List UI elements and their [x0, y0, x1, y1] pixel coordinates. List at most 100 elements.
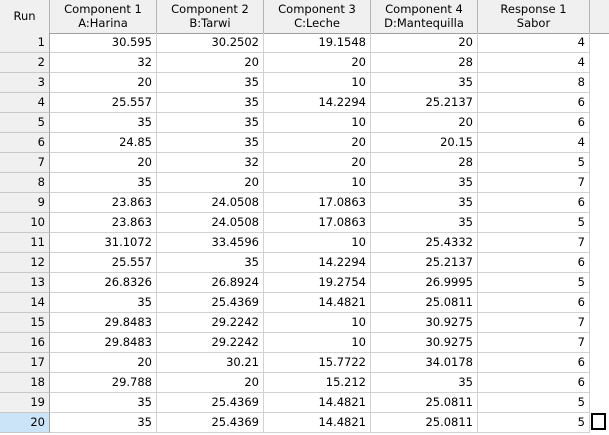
tarwi-cell[interactable]: 20	[157, 173, 264, 193]
leche-cell[interactable]: 17.0863	[264, 193, 371, 213]
mantequilla-cell[interactable]: 25.0811	[371, 393, 478, 413]
sabor-cell[interactable]: 6	[478, 293, 590, 313]
table-row[interactable]: 19 35 25.4369 14.4821 25.0811 5	[0, 393, 609, 413]
harina-cell[interactable]: 23.863	[50, 193, 157, 213]
tarwi-cell[interactable]: 25.4369	[157, 413, 264, 433]
run-number-cell[interactable]: 18	[0, 373, 50, 393]
table-row[interactable]: 6 24.85 35 20 20.15 4	[0, 133, 609, 153]
sabor-cell[interactable]: 7	[478, 173, 590, 193]
leche-cell[interactable]: 10	[264, 113, 371, 133]
sabor-cell[interactable]: 7	[478, 313, 590, 333]
leche-cell[interactable]: 15.7722	[264, 353, 371, 373]
tarwi-cell[interactable]: 29.2242	[157, 313, 264, 333]
sabor-cell[interactable]: 5	[478, 393, 590, 413]
harina-cell[interactable]: 35	[50, 413, 157, 433]
harina-cell[interactable]: 25.557	[50, 253, 157, 273]
sabor-cell[interactable]: 7	[478, 233, 590, 253]
harina-cell[interactable]: 35	[50, 293, 157, 313]
sabor-cell[interactable]: 5	[478, 153, 590, 173]
column-header-run[interactable]: Run	[0, 0, 50, 33]
tarwi-cell[interactable]: 24.0508	[157, 193, 264, 213]
leche-cell[interactable]: 10	[264, 333, 371, 353]
leche-cell[interactable]: 14.2294	[264, 253, 371, 273]
leche-cell[interactable]: 14.2294	[264, 93, 371, 113]
tarwi-cell[interactable]: 35	[157, 133, 264, 153]
harina-cell[interactable]: 20	[50, 153, 157, 173]
mantequilla-cell[interactable]: 28	[371, 153, 478, 173]
table-row[interactable]: 18 29.788 20 15.212 35 6	[0, 373, 609, 393]
table-row[interactable]: 2 32 20 20 28 4	[0, 53, 609, 73]
run-number-cell[interactable]: 17	[0, 353, 50, 373]
table-row[interactable]: 12 25.557 35 14.2294 25.2137 6	[0, 253, 609, 273]
column-header-tarwi[interactable]: Component 2 B:Tarwi	[157, 0, 264, 33]
harina-cell[interactable]: 26.8326	[50, 273, 157, 293]
mantequilla-cell[interactable]: 35	[371, 193, 478, 213]
table-row[interactable]: 1 30.595 30.2502 19.1548 20 4	[0, 33, 609, 53]
tarwi-cell[interactable]: 35	[157, 113, 264, 133]
mantequilla-cell[interactable]: 25.0811	[371, 293, 478, 313]
harina-cell[interactable]: 25.557	[50, 93, 157, 113]
sabor-cell[interactable]: 6	[478, 113, 590, 133]
table-row[interactable]: 13 26.8326 26.8924 19.2754 26.9995 5	[0, 273, 609, 293]
active-cell-cursor[interactable]	[591, 413, 606, 430]
run-number-cell[interactable]: 9	[0, 193, 50, 213]
mantequilla-cell[interactable]: 25.0811	[371, 413, 478, 433]
tarwi-cell[interactable]: 25.4369	[157, 393, 264, 413]
table-row[interactable]: 16 29.8483 29.2242 10 30.9275 7	[0, 333, 609, 353]
run-number-cell[interactable]: 5	[0, 113, 50, 133]
table-row[interactable]: 3 20 35 10 35 8	[0, 73, 609, 93]
harina-cell[interactable]: 20	[50, 73, 157, 93]
sabor-cell[interactable]: 6	[478, 373, 590, 393]
table-row[interactable]: 8 35 20 10 35 7	[0, 173, 609, 193]
run-number-cell[interactable]: 4	[0, 93, 50, 113]
harina-cell[interactable]: 24.85	[50, 133, 157, 153]
sabor-cell[interactable]: 6	[478, 353, 590, 373]
tarwi-cell[interactable]: 35	[157, 93, 264, 113]
mantequilla-cell[interactable]: 26.9995	[371, 273, 478, 293]
harina-cell[interactable]: 29.788	[50, 373, 157, 393]
sabor-cell[interactable]: 8	[478, 73, 590, 93]
tarwi-cell[interactable]: 20	[157, 53, 264, 73]
run-number-cell[interactable]: 8	[0, 173, 50, 193]
table-row[interactable]: 9 23.863 24.0508 17.0863 35 6	[0, 193, 609, 213]
mantequilla-cell[interactable]: 35	[371, 373, 478, 393]
tarwi-cell[interactable]: 26.8924	[157, 273, 264, 293]
harina-cell[interactable]: 35	[50, 113, 157, 133]
leche-cell[interactable]: 20	[264, 53, 371, 73]
leche-cell[interactable]: 19.1548	[264, 33, 371, 53]
leche-cell[interactable]: 17.0863	[264, 213, 371, 233]
mantequilla-cell[interactable]: 34.0178	[371, 353, 478, 373]
tarwi-cell[interactable]: 29.2242	[157, 333, 264, 353]
tarwi-cell[interactable]: 30.2502	[157, 33, 264, 53]
mantequilla-cell[interactable]: 25.2137	[371, 93, 478, 113]
sabor-cell[interactable]: 5	[478, 213, 590, 233]
run-number-cell[interactable]: 1	[0, 33, 50, 53]
leche-cell[interactable]: 10	[264, 233, 371, 253]
run-number-cell[interactable]: 7	[0, 153, 50, 173]
tarwi-cell[interactable]: 24.0508	[157, 213, 264, 233]
table-row[interactable]: 5 35 35 10 20 6	[0, 113, 609, 133]
table-row[interactable]: 20 35 25.4369 14.4821 25.0811 5	[0, 413, 609, 433]
tarwi-cell[interactable]: 30.21	[157, 353, 264, 373]
harina-cell[interactable]: 32	[50, 53, 157, 73]
tarwi-cell[interactable]: 32	[157, 153, 264, 173]
sabor-cell[interactable]: 5	[478, 413, 590, 433]
leche-cell[interactable]: 10	[264, 173, 371, 193]
run-number-cell[interactable]: 11	[0, 233, 50, 253]
column-header-mantequilla[interactable]: Component 4 D:Mantequilla	[371, 0, 478, 33]
tarwi-cell[interactable]: 25.4369	[157, 293, 264, 313]
run-number-cell[interactable]: 3	[0, 73, 50, 93]
run-number-cell[interactable]: 13	[0, 273, 50, 293]
leche-cell[interactable]: 10	[264, 73, 371, 93]
table-row[interactable]: 7 20 32 20 28 5	[0, 153, 609, 173]
run-number-cell[interactable]: 16	[0, 333, 50, 353]
leche-cell[interactable]: 14.4821	[264, 413, 371, 433]
run-number-cell[interactable]: 20	[0, 413, 50, 433]
column-header-harina[interactable]: Component 1 A:Harina	[50, 0, 157, 33]
mantequilla-cell[interactable]: 25.2137	[371, 253, 478, 273]
harina-cell[interactable]: 35	[50, 173, 157, 193]
table-row[interactable]: 10 23.863 24.0508 17.0863 35 5	[0, 213, 609, 233]
tarwi-cell[interactable]: 20	[157, 373, 264, 393]
leche-cell[interactable]: 20	[264, 133, 371, 153]
harina-cell[interactable]: 30.595	[50, 33, 157, 53]
